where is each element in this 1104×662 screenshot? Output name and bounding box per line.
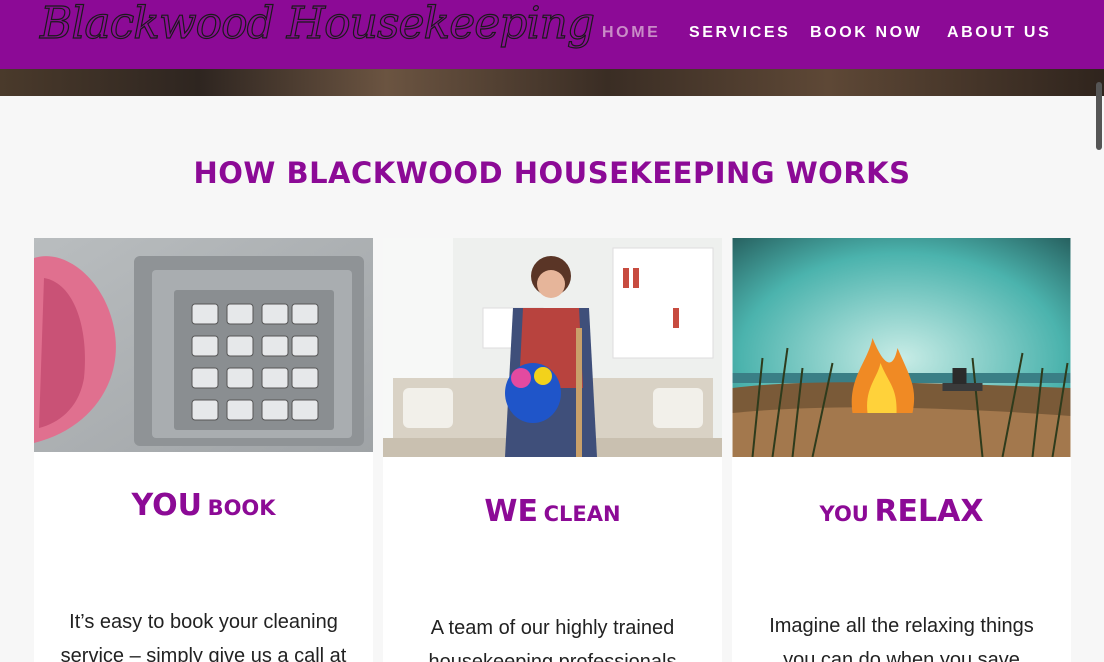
card-text-you-relax: Imagine all the relaxing things you can … <box>769 615 1034 662</box>
top-navbar: Blackwood Housekeeping HOME SERVICES BOO… <box>0 0 1104 69</box>
heading-word: WE <box>484 494 539 529</box>
site-logo[interactable]: Blackwood Housekeeping <box>39 0 595 50</box>
nav-book-now[interactable]: BOOK NOW <box>810 24 922 42</box>
cleaner-thumbs-up-photo <box>383 238 722 457</box>
card-text-we-clean: A team of our highly trained housekeepin… <box>428 617 677 662</box>
beach-campfire-photo <box>732 238 1071 457</box>
card-you-book: YOU BOOK It’s easy to book your cleaning… <box>34 238 373 662</box>
card-we-clean: WE CLEAN A team of our highly trained ho… <box>383 238 722 662</box>
card-heading-you-relax: YOU RELAX <box>732 494 1071 529</box>
hero-image-strip <box>0 69 1104 96</box>
nav-about-us[interactable]: ABOUT US <box>947 24 1051 42</box>
heading-word: BOOK <box>207 496 276 520</box>
nav-home[interactable]: HOME <box>602 24 660 42</box>
section-title: HOW BLACKWOOD HOUSEKEEPING WORKS <box>193 156 911 190</box>
card-text-you-book: It’s easy to book your cleaning service … <box>60 611 347 662</box>
heading-word: YOU <box>131 488 202 523</box>
nav-services[interactable]: SERVICES <box>689 24 790 42</box>
page-scrollbar[interactable] <box>1096 82 1102 150</box>
heading-word: YOU <box>819 502 869 526</box>
heading-word: RELAX <box>874 494 984 529</box>
payphone-keypad-photo <box>34 238 373 452</box>
card-you-relax: YOU RELAX Imagine all the relaxing thing… <box>732 238 1071 662</box>
card-heading-you-book: YOU BOOK <box>34 488 373 523</box>
heading-word: CLEAN <box>543 502 621 526</box>
card-heading-we-clean: WE CLEAN <box>383 494 722 529</box>
